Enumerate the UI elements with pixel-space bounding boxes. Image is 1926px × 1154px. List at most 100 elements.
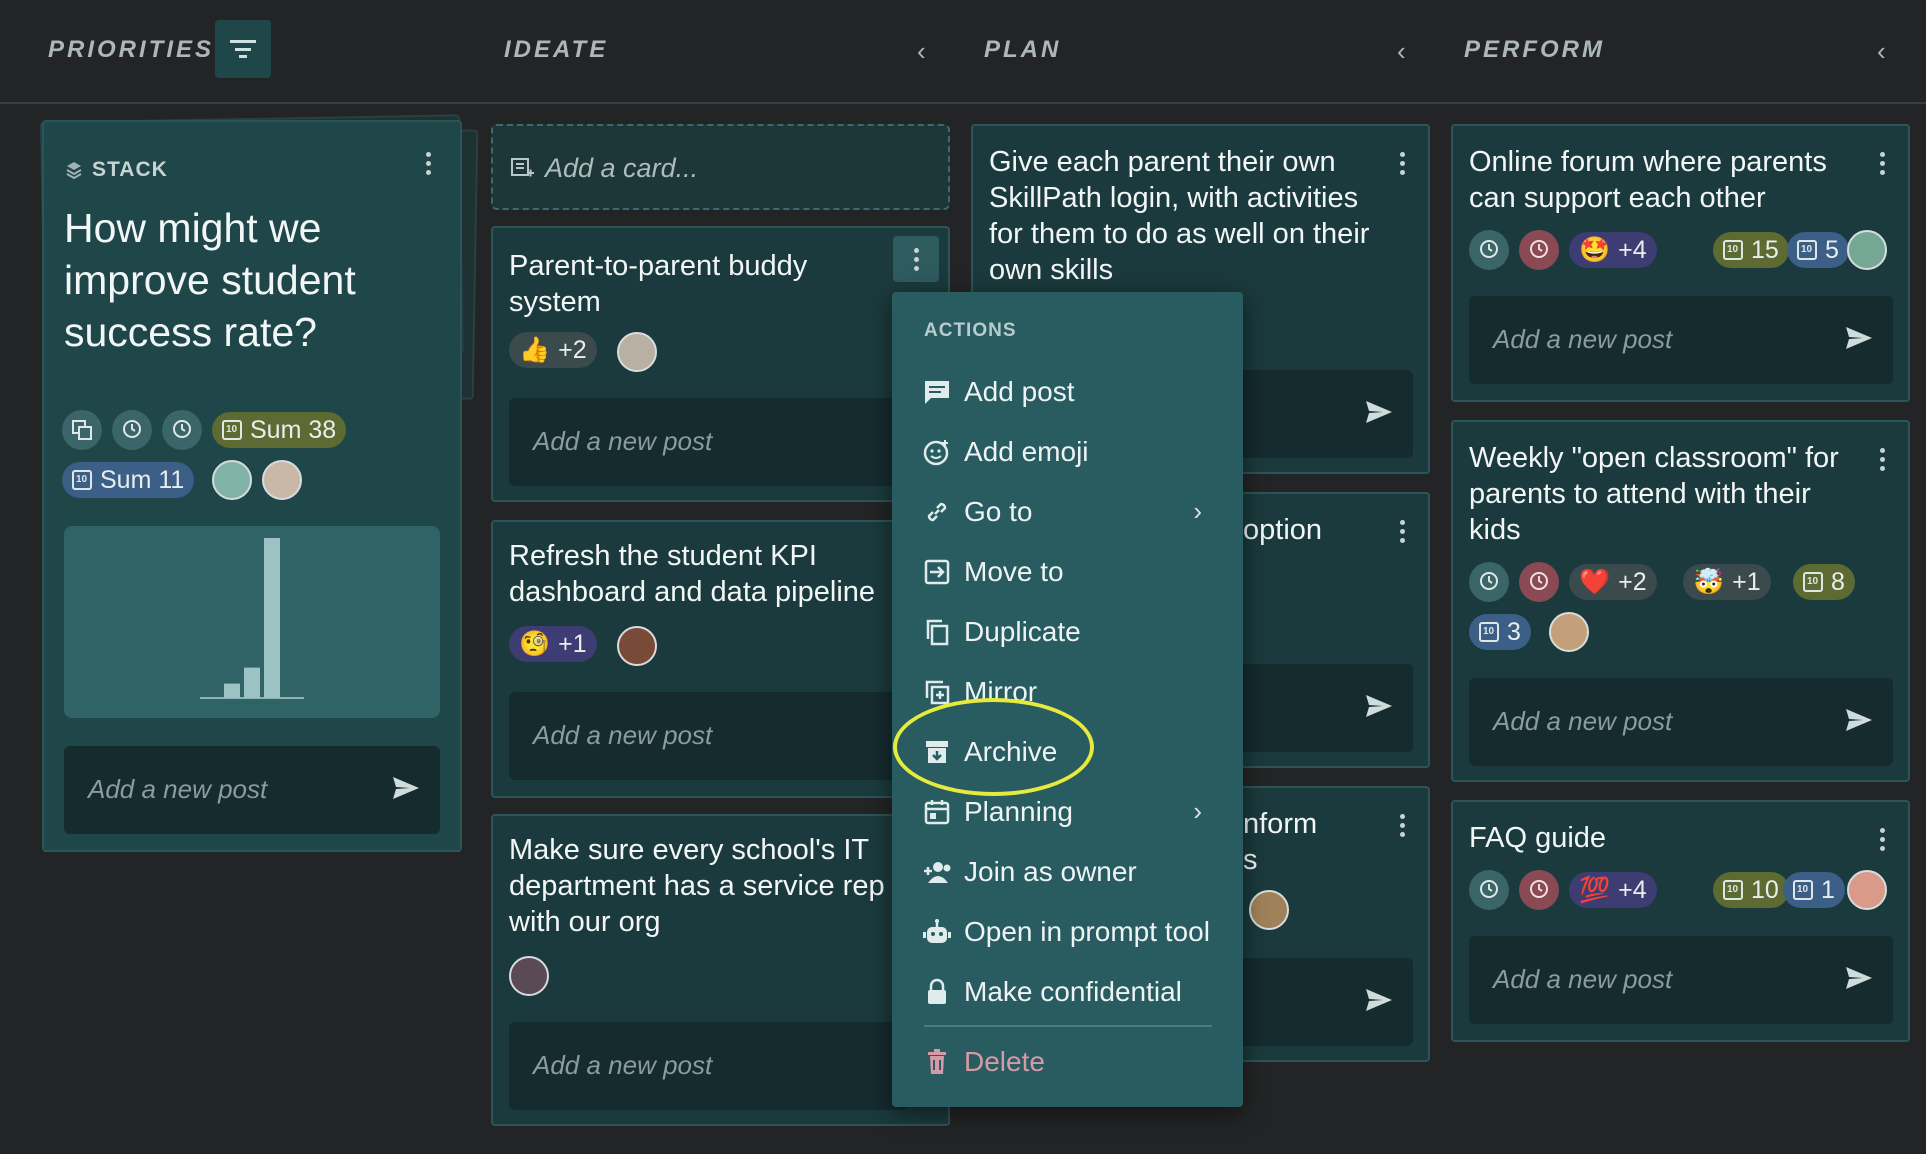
idea-card-buddy-system[interactable]: Parent-to-parent buddy system 👍 +2 Add a … [491, 226, 950, 502]
collapse-plan-chevron-icon[interactable]: ‹ [1397, 36, 1406, 67]
menu-item-planning[interactable]: Planning › [922, 790, 1222, 834]
timer-end-icon[interactable] [162, 410, 202, 450]
send-icon[interactable] [1365, 988, 1393, 1012]
post-input[interactable]: Add a new post [509, 398, 909, 486]
avatar[interactable] [212, 460, 252, 500]
reaction-pill[interactable]: ❤️ +2 [1569, 564, 1657, 600]
avatar[interactable] [509, 956, 549, 996]
counter-badge-blue[interactable]: 5 [1787, 232, 1849, 268]
send-icon[interactable] [1845, 326, 1873, 350]
comment-icon [925, 381, 949, 404]
avatar[interactable] [262, 460, 302, 500]
robot-icon [923, 919, 951, 943]
column-title-plan: PLAN [984, 36, 1062, 63]
timer-start-icon[interactable] [1469, 562, 1509, 602]
board-header: PRIORITIES IDEATE ‹ PLAN ‹ PERFORM ‹ [0, 0, 1926, 104]
reaction-pill[interactable]: 🤯 +1 [1683, 564, 1771, 600]
menu-item-go-to[interactable]: Go to › [922, 490, 1222, 534]
avatar[interactable] [617, 332, 657, 372]
timer-end-icon[interactable] [1519, 870, 1559, 910]
card-menu-kebab-icon[interactable] [1398, 520, 1406, 547]
chevron-right-icon: › [1193, 796, 1202, 826]
menu-item-duplicate[interactable]: Duplicate [922, 610, 1222, 654]
card-menu-kebab-icon[interactable] [1398, 152, 1406, 179]
menu-header: ACTIONS [924, 320, 1017, 341]
avatar[interactable] [1847, 870, 1887, 910]
perform-card-open-classroom[interactable]: Weekly "open classroom" for parents to a… [1451, 420, 1910, 782]
counter-icon [1797, 240, 1817, 260]
counter-icon [222, 420, 242, 440]
menu-item-delete[interactable]: Delete [922, 1040, 1222, 1084]
send-icon[interactable] [1365, 400, 1393, 424]
stack-chart [64, 526, 440, 718]
reaction-pill[interactable]: 🤩 +4 [1569, 232, 1657, 268]
thumbs-up-icon: 👍 [519, 335, 551, 364]
counter-badge-olive[interactable]: 15 [1713, 232, 1789, 268]
add-card-button[interactable]: Add a card... [491, 124, 950, 210]
counter-icon [1793, 880, 1813, 900]
send-icon[interactable] [1845, 966, 1873, 990]
reaction-pill[interactable]: 🧐 +1 [509, 626, 597, 662]
archive-highlight-circle [893, 698, 1094, 796]
card-menu-kebab-icon[interactable] [1878, 828, 1886, 855]
duplicate-icon [926, 619, 949, 646]
avatar[interactable] [1549, 612, 1589, 652]
timer-start-icon[interactable] [112, 410, 152, 450]
timer-end-icon[interactable] [1519, 562, 1559, 602]
menu-item-join-as-owner[interactable]: Join as owner [922, 850, 1222, 894]
idea-card-it-department[interactable]: Make sure every school's IT department h… [491, 814, 950, 1126]
chevron-right-icon: › [1193, 496, 1202, 526]
stack-title: How might we improve student success rat… [64, 205, 356, 355]
timer-start-icon[interactable] [1469, 230, 1509, 270]
post-input[interactable]: Add a new post [1469, 678, 1893, 766]
avatar[interactable] [1847, 230, 1887, 270]
card-title: nform [1243, 808, 1318, 840]
hundred-points-icon: 💯 [1579, 875, 1611, 904]
perform-card-online-forum[interactable]: Online forum where parents can support e… [1451, 124, 1910, 402]
post-input[interactable]: Add a new post [1469, 936, 1893, 1024]
mirror-icon[interactable] [62, 410, 102, 450]
stack-card[interactable]: STACK How might we improve student succe… [42, 120, 462, 852]
post-input[interactable]: Add a new post [1469, 296, 1893, 384]
counter-badge-blue[interactable]: 1 [1783, 872, 1845, 908]
card-menu-kebab-icon[interactable] [1398, 814, 1406, 841]
menu-item-make-confidential[interactable]: Make confidential [922, 970, 1222, 1014]
sum-badge-olive[interactable]: Sum 38 [212, 412, 347, 448]
mind-blown-icon: 🤯 [1693, 567, 1725, 596]
card-actions-menu: ACTIONS Add post Add emoji Go to › Move … [892, 292, 1243, 1107]
post-input[interactable]: Add a new post [509, 692, 909, 780]
counter-icon [72, 470, 92, 490]
sum-badge-blue[interactable]: Sum 11 [62, 462, 195, 498]
reaction-pill[interactable]: 👍 +2 [509, 332, 597, 368]
stack-menu-kebab-icon[interactable] [424, 152, 432, 179]
send-icon[interactable] [1365, 694, 1393, 718]
avatar[interactable] [1249, 890, 1289, 930]
layers-icon [66, 162, 82, 179]
menu-item-move-to[interactable]: Move to [922, 550, 1222, 594]
counter-badge-olive[interactable]: 8 [1793, 564, 1855, 600]
counter-badge-blue[interactable]: 3 [1469, 614, 1531, 650]
filter-button[interactable] [215, 20, 271, 78]
post-input[interactable]: Add a new post [509, 1022, 909, 1110]
menu-item-add-emoji[interactable]: Add emoji [922, 430, 1222, 474]
collapse-perform-chevron-icon[interactable]: ‹ [1877, 36, 1886, 67]
menu-item-open-in-prompt-tool[interactable]: Open in prompt tool [922, 910, 1222, 954]
counter-icon [1479, 622, 1499, 642]
add-card-icon [511, 158, 534, 177]
idea-card-kpi-dashboard[interactable]: Refresh the student KPI dashboard and da… [491, 520, 950, 798]
collapse-ideate-chevron-icon[interactable]: ‹ [917, 36, 926, 67]
card-menu-kebab-icon[interactable] [1878, 448, 1886, 475]
send-icon[interactable] [392, 776, 420, 800]
counter-badge-olive[interactable]: 10 [1713, 872, 1789, 908]
avatar[interactable] [617, 626, 657, 666]
card-menu-button[interactable] [893, 236, 939, 282]
send-icon[interactable] [1845, 708, 1873, 732]
stack-post-input[interactable]: Add a new post [64, 746, 440, 834]
timer-start-icon[interactable] [1469, 870, 1509, 910]
menu-item-add-post[interactable]: Add post [922, 370, 1222, 414]
reaction-pill[interactable]: 💯 +4 [1569, 872, 1657, 908]
chart-bar [264, 538, 280, 698]
card-menu-kebab-icon[interactable] [1878, 152, 1886, 179]
perform-card-faq-guide[interactable]: FAQ guide 💯+4 10 1 Add a new post [1451, 800, 1910, 1042]
timer-end-icon[interactable] [1519, 230, 1559, 270]
